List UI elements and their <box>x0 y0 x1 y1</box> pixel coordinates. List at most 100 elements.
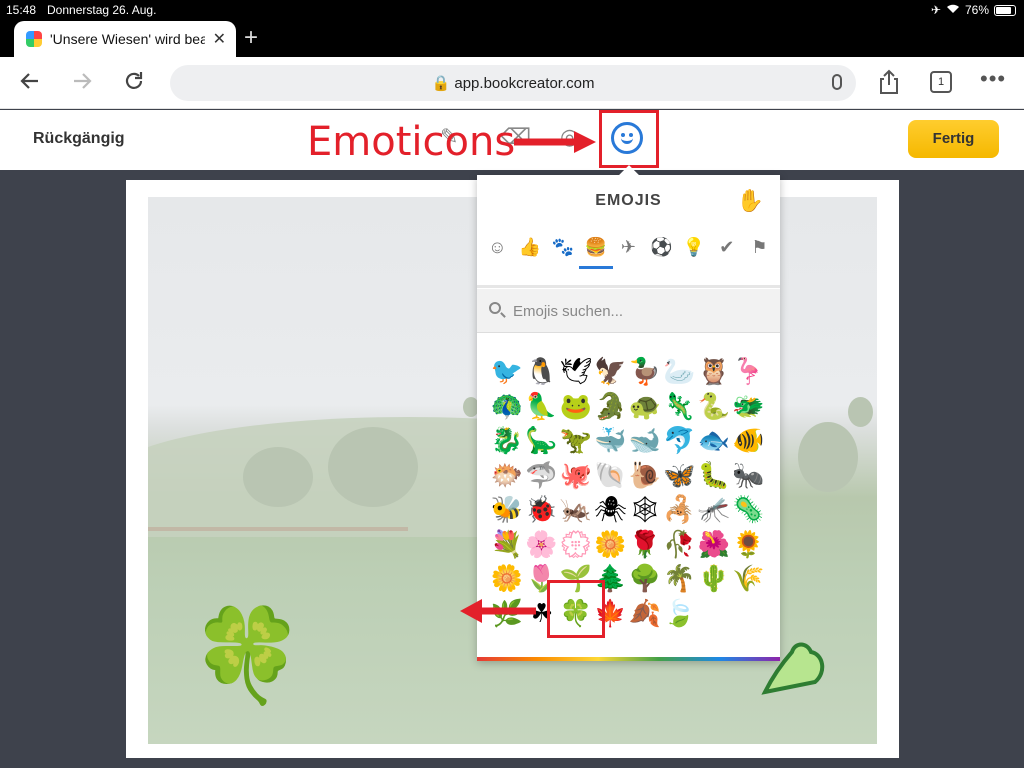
category-divider <box>477 285 780 288</box>
emoji-cell[interactable]: 🦜 <box>525 390 559 424</box>
emoji-cell[interactable]: 🦈 <box>525 459 559 493</box>
emoji-cell[interactable]: 🌼 <box>490 562 524 596</box>
emoji-cell[interactable]: 🌾 <box>732 562 766 596</box>
emoji-search-bar <box>477 289 780 333</box>
search-icon <box>489 302 501 314</box>
microphone-icon[interactable] <box>832 74 842 90</box>
emoji-cell[interactable]: 🌴 <box>663 562 697 596</box>
emoji-cell[interactable]: 🦂 <box>663 493 697 527</box>
emoji-cell[interactable]: 🦉 <box>697 355 731 389</box>
reload-icon[interactable] <box>122 69 146 99</box>
emoji-cell[interactable]: 🐳 <box>594 424 628 458</box>
done-button[interactable]: Fertig <box>908 120 999 158</box>
emoji-cell[interactable]: 🌼 <box>594 528 628 562</box>
four-leaf-clover-sticker[interactable]: 🍀 <box>190 610 305 702</box>
tab-flags[interactable]: ⚑ <box>747 235 773 263</box>
browser-tab-bar: 'Unsere Wiesen' wird bearbeitet ✕ + <box>0 20 1024 57</box>
browser-tab[interactable]: 'Unsere Wiesen' wird bearbeitet ✕ <box>14 21 236 57</box>
undo-button[interactable]: Rückgängig <box>33 130 125 148</box>
emoji-search-input[interactable] <box>513 299 763 323</box>
emoji-cell[interactable]: 🍃 <box>663 597 697 631</box>
emoji-cell[interactable]: 🐝 <box>490 493 524 527</box>
back-arrow-icon[interactable] <box>18 69 42 99</box>
tab-travel[interactable]: ✈ <box>615 235 641 263</box>
battery-icon <box>994 4 1016 16</box>
emoji-category-tabs: ☺ 👍 🐾 🍔 ✈ ⚽ 💡 ✔ ⚑ <box>481 235 776 269</box>
emoji-cell[interactable]: 🕷 <box>594 493 628 527</box>
emoji-cell[interactable]: 🐛 <box>697 459 731 493</box>
tab-symbols[interactable]: ✔ <box>714 235 740 263</box>
emoji-cell[interactable]: 🐦 <box>490 355 524 389</box>
emoji-cell[interactable]: 💮 <box>559 528 593 562</box>
emoji-cell[interactable]: 🐋 <box>628 424 662 458</box>
emoji-cell[interactable]: 🌳 <box>628 562 662 596</box>
emoji-cell[interactable]: 🐚 <box>594 459 628 493</box>
status-indicators: ✈ 76% <box>931 3 1016 17</box>
emoji-cell[interactable]: 🦗 <box>559 493 593 527</box>
emoji-cell[interactable]: 🐧 <box>525 355 559 389</box>
emoji-cell[interactable]: 🕊 <box>559 355 593 389</box>
emoji-cell[interactable]: 🐬 <box>663 424 697 458</box>
emoji-cell[interactable]: 🐉 <box>490 424 524 458</box>
annotation-arrow-left-icon <box>458 596 538 631</box>
emoji-cell[interactable]: 🐸 <box>559 390 593 424</box>
annotation-arrow-right-icon <box>512 128 598 161</box>
emoji-cell[interactable]: 🐟 <box>697 424 731 458</box>
status-date: Donnerstag 26. Aug. <box>47 3 157 17</box>
tab-switcher-button[interactable]: 1 <box>930 71 952 93</box>
emoji-cell[interactable]: 🦢 <box>663 355 697 389</box>
forward-arrow-icon[interactable] <box>70 69 94 99</box>
tab-objects[interactable]: 💡 <box>681 235 707 263</box>
emoji-cell[interactable]: 🐞 <box>525 493 559 527</box>
emoji-cell[interactable]: 🌵 <box>697 562 731 596</box>
more-options-icon[interactable]: ••• <box>980 66 1006 92</box>
wifi-icon <box>946 3 960 17</box>
emoji-cell[interactable]: 🐡 <box>490 459 524 493</box>
tab-animals[interactable]: 🐾 <box>550 235 576 263</box>
emoji-tool-icon[interactable] <box>611 122 643 154</box>
tab-title: 'Unsere Wiesen' wird bearbeitet <box>50 31 205 47</box>
emoji-cell[interactable]: 🦆 <box>628 355 662 389</box>
emoji-cell[interactable]: 🐢 <box>628 390 662 424</box>
emoji-cell[interactable]: 🦕 <box>525 424 559 458</box>
emoji-cell[interactable]: 🐍 <box>697 390 731 424</box>
emoji-cell[interactable]: 🦅 <box>594 355 628 389</box>
emoji-panel-title: EMOJIS <box>595 192 662 209</box>
tab-food[interactable]: 🍔 <box>578 235 613 269</box>
emoji-cell[interactable]: 🌸 <box>525 528 559 562</box>
emoji-picker-panel: EMOJIS ✋ ☺👍🐾🍔✈⚽💡✔⚑ 🐦🐧🕊🦅🦆🦢🦉🦩 🦚🦜🐸🐊🐢🦎🐍🐲 🐉🦕🦖🐳🐋… <box>477 175 780 661</box>
selected-clover-highlight <box>547 580 605 638</box>
close-tab-icon[interactable]: ✕ <box>213 29 226 49</box>
emoji-cell[interactable]: 💐 <box>490 528 524 562</box>
tab-activity[interactable]: ⚽ <box>648 235 674 263</box>
emoji-cell[interactable]: 🍂 <box>628 597 662 631</box>
airplane-icon: ✈ <box>930 3 941 17</box>
emoji-cell[interactable]: 🌻 <box>732 528 766 562</box>
share-icon[interactable] <box>878 69 900 100</box>
status-time: 15:48 <box>6 3 37 17</box>
emoji-cell[interactable]: 🦩 <box>732 355 766 389</box>
emoji-cell[interactable]: 🐠 <box>732 424 766 458</box>
skin-tone-hand-icon[interactable]: ✋ <box>737 188 764 214</box>
emoji-cell[interactable]: 🐲 <box>732 390 766 424</box>
emoji-cell[interactable]: 🐙 <box>559 459 593 493</box>
emoji-cell[interactable]: 🦋 <box>663 459 697 493</box>
emoji-cell[interactable]: 🕸 <box>628 493 662 527</box>
address-url: 🔒 app.bookcreator.com <box>431 75 595 92</box>
tab-smileys[interactable]: ☺ <box>484 235 510 263</box>
emoji-cell[interactable]: 🦚 <box>490 390 524 424</box>
emoji-cell[interactable]: 🥀 <box>663 528 697 562</box>
emoji-cell[interactable]: 🐌 <box>628 459 662 493</box>
new-tab-icon[interactable]: + <box>244 26 258 50</box>
emoji-cell[interactable]: 🦎 <box>663 390 697 424</box>
emoji-cell[interactable]: 🌺 <box>697 528 731 562</box>
emoji-cell[interactable]: 🦟 <box>697 493 731 527</box>
emoji-cell[interactable]: 🐊 <box>594 390 628 424</box>
address-bar[interactable]: 🔒 app.bookcreator.com <box>170 65 856 101</box>
emoji-cell[interactable]: 🦖 <box>559 424 593 458</box>
browser-toolbar: 🔒 app.bookcreator.com 1 ••• <box>0 57 1024 109</box>
emoji-cell[interactable]: 🦠 <box>732 493 766 527</box>
tab-people[interactable]: 👍 <box>517 235 543 263</box>
emoji-cell[interactable]: 🐜 <box>732 459 766 493</box>
emoji-cell[interactable]: 🌹 <box>628 528 662 562</box>
